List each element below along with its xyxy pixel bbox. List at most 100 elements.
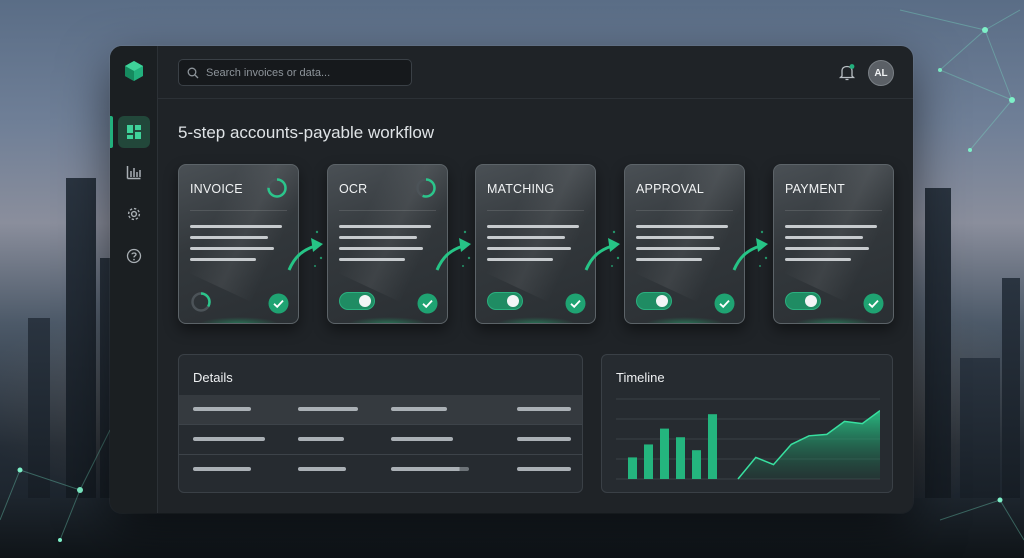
table-row[interactable] <box>179 425 582 454</box>
timeline-title: Timeline <box>616 370 665 385</box>
step-card-payment[interactable]: PAYMENT <box>773 164 894 324</box>
placeholder-line <box>487 258 553 261</box>
card-divider <box>339 210 436 211</box>
timeline-bar <box>628 457 637 479</box>
step-card-invoice[interactable]: INVOICE <box>178 164 299 324</box>
table-cell <box>193 407 251 411</box>
help-icon <box>126 248 142 264</box>
placeholder-line <box>487 236 565 239</box>
table-cell <box>391 467 469 471</box>
page-title: 5-step accounts-payable workflow <box>178 123 435 142</box>
timeline-bar <box>644 444 653 479</box>
toggle-knob <box>656 295 668 307</box>
placeholder-line <box>636 258 702 261</box>
step-toggle[interactable] <box>339 292 375 310</box>
step-card-title: APPROVAL <box>636 182 705 196</box>
gear-icon <box>127 207 141 221</box>
timeline-bar <box>660 428 669 479</box>
loading-ring-icon <box>191 292 211 312</box>
placeholder-line <box>785 236 863 239</box>
step-card-matching[interactable]: MATCHING <box>475 164 596 324</box>
card-divider <box>636 210 733 211</box>
table-cell <box>391 437 453 441</box>
progress-ring-icon <box>416 178 436 198</box>
toggle-knob <box>805 295 817 307</box>
timeline-chart <box>616 398 880 480</box>
placeholder-line <box>785 258 851 261</box>
step-card-title: OCR <box>339 182 368 196</box>
table-cell <box>391 407 447 411</box>
dashboard-icon <box>127 125 141 139</box>
toggle-knob <box>507 295 519 307</box>
table-cell <box>517 407 571 411</box>
check-icon <box>714 293 735 314</box>
placeholder-line <box>487 247 571 250</box>
sidebar-item-help[interactable] <box>118 240 150 272</box>
placeholder-line <box>339 258 405 261</box>
placeholder-line <box>785 225 877 228</box>
flow-arrow-icon <box>287 230 323 271</box>
sidebar-item-dashboard[interactable] <box>118 116 150 148</box>
placeholder-line <box>339 247 423 250</box>
placeholder-line <box>636 236 714 239</box>
check-icon <box>565 293 586 314</box>
placeholder-line <box>190 258 256 261</box>
progress-ring-icon <box>267 178 287 198</box>
toggle-knob <box>359 295 371 307</box>
timeline-panel: Timeline <box>601 354 893 493</box>
sidebar <box>110 46 158 513</box>
timeline-bar <box>708 414 717 479</box>
topbar: AL <box>158 46 913 99</box>
placeholder-line <box>339 236 417 239</box>
search-input[interactable] <box>206 66 406 79</box>
placeholder-line <box>487 225 579 228</box>
placeholder-line <box>636 225 728 228</box>
timeline-bar <box>692 450 701 479</box>
bell-icon[interactable] <box>838 63 856 81</box>
placeholder-line <box>636 247 720 250</box>
timeline-area <box>738 410 880 479</box>
app-window: AL 5-step accounts-payable workflow INVO… <box>110 46 913 513</box>
bar-chart-icon <box>126 166 141 180</box>
search-icon <box>187 67 199 78</box>
flow-arrow-icon <box>435 230 471 271</box>
placeholder-line <box>190 225 282 228</box>
table-cell <box>517 437 571 441</box>
step-toggle[interactable] <box>785 292 821 310</box>
sidebar-item-analytics[interactable] <box>118 156 150 188</box>
placeholder-line <box>339 225 431 228</box>
placeholder-line <box>190 236 268 239</box>
table-cell <box>298 407 358 411</box>
step-card-approval[interactable]: APPROVAL <box>624 164 745 324</box>
logo-icon <box>125 61 143 81</box>
nav-active-indicator <box>110 116 113 148</box>
table-cell <box>517 467 571 471</box>
step-toggle[interactable] <box>636 292 672 310</box>
flow-arrow-icon <box>584 230 620 271</box>
card-divider <box>487 210 584 211</box>
step-card-ocr[interactable]: OCR <box>327 164 448 324</box>
search-box[interactable] <box>178 59 412 86</box>
step-card-title: PAYMENT <box>785 182 845 196</box>
details-title: Details <box>193 370 233 385</box>
step-card-title: INVOICE <box>190 182 243 196</box>
placeholder-line <box>785 247 869 250</box>
card-divider <box>785 210 882 211</box>
table-cell <box>193 437 265 441</box>
flow-arrow-icon <box>732 230 768 271</box>
step-card-title: MATCHING <box>487 182 555 196</box>
check-icon <box>268 293 289 314</box>
timeline-bar <box>676 437 685 479</box>
sidebar-item-settings[interactable] <box>118 198 150 230</box>
table-cell <box>193 467 251 471</box>
table-row[interactable] <box>179 395 582 424</box>
avatar[interactable]: AL <box>868 60 894 86</box>
table-row[interactable] <box>179 455 582 484</box>
check-icon <box>417 293 438 314</box>
step-toggle[interactable] <box>487 292 523 310</box>
table-cell <box>298 437 344 441</box>
check-icon <box>863 293 884 314</box>
placeholder-line <box>190 247 274 250</box>
details-panel: Details <box>178 354 583 493</box>
card-divider <box>190 210 287 211</box>
